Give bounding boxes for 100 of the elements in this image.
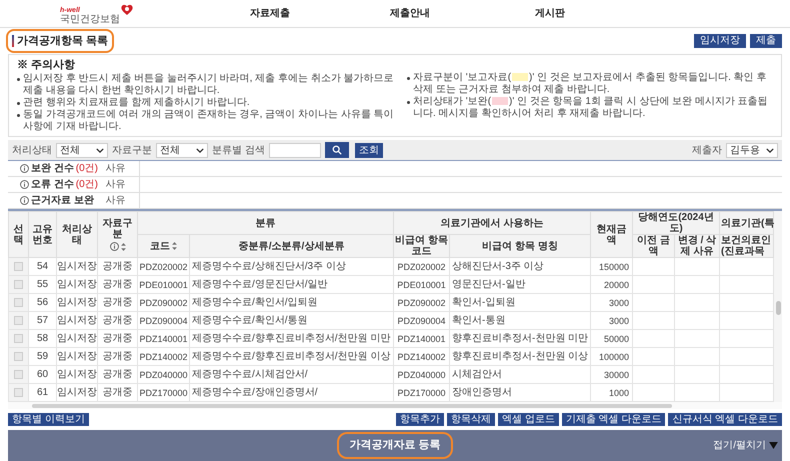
table-cell: 20000: [590, 276, 632, 294]
table-cell: 제증명수수료/영문진단서/일반: [190, 276, 394, 294]
info-icon: [20, 180, 29, 189]
filter-label: 제출자: [692, 144, 722, 158]
notice-text: 동일 가격공개코드에 여러 개의 금액이 존재하는 경우, 금액이 차이나는 사유를 특이사항에 기재 바랍니다.: [23, 109, 395, 133]
table-cell: 30000: [590, 366, 632, 384]
table-cell: 임시저장: [56, 330, 98, 348]
toolbar-button[interactable]: 항목삭제: [447, 413, 496, 426]
table-cell: 150000: [590, 258, 632, 276]
table-cell: PDE010001: [138, 276, 190, 294]
checkbox[interactable]: [14, 262, 23, 271]
table-cell: PDZ090002: [138, 294, 190, 312]
column-header: 변경 / 삭제 사유: [674, 234, 720, 258]
column-header: 현재금액: [590, 212, 632, 258]
filter-label: 자료구분: [112, 144, 152, 158]
select-field[interactable]: 전체: [56, 142, 108, 158]
history-button[interactable]: 항목별 이력보기: [8, 413, 89, 426]
search-field[interactable]: [268, 142, 321, 158]
table-cell: 임시저장: [56, 312, 98, 330]
table-cell: 58: [28, 330, 56, 348]
filter-label: 분류별 검색: [212, 144, 265, 158]
select-field[interactable]: 전체: [156, 142, 208, 158]
column-header: 비급여 항목 코드: [394, 234, 450, 258]
toolbar-button[interactable]: 신규서식 엑셀 다운로드: [668, 413, 782, 426]
table-cell: PDZ040000: [138, 366, 190, 384]
caret-icon: [766, 148, 774, 152]
table-cell: PDZ140002: [138, 348, 190, 366]
checkbox[interactable]: [14, 298, 23, 307]
query-button[interactable]: 조회: [354, 142, 383, 158]
vertical-scrollbar[interactable]: [774, 211, 782, 402]
nav-link[interactable]: 제출안내: [340, 6, 480, 21]
table-cell: 55: [28, 276, 56, 294]
table-cell: 임시저장: [56, 348, 98, 366]
register-title: 가격공개자료 등록: [339, 434, 451, 457]
table-cell: 59: [28, 348, 56, 366]
sort-icon[interactable]: [172, 242, 177, 250]
info-label: 근거자료 보완: [31, 194, 94, 208]
table-cell: 임시저장: [56, 366, 98, 384]
bullet-icon: [17, 114, 20, 117]
notice-text: 자료구분이 '보고자료( )' 인 것은 보고자료에서 추출된 항목들입니다. 확인 후 삭제 또는 근거자료 첨부하여 제출 바랍니다.: [413, 72, 768, 96]
info-label: 보완 건수: [31, 162, 74, 176]
table-cell: 54: [28, 258, 56, 276]
column-header: 고유번호: [28, 212, 56, 258]
nav-link[interactable]: 게시판: [480, 6, 620, 21]
table-cell: PDZ140001: [394, 330, 450, 348]
table-cell: 3000: [590, 294, 632, 312]
select-field[interactable]: 김두용: [726, 142, 778, 158]
info-label: 오류 건수: [31, 178, 74, 192]
column-header: 이전 금액: [632, 234, 674, 258]
table-cell: 50000: [590, 330, 632, 348]
table-cell: PDZ020002: [394, 258, 450, 276]
notice-title: ※ 주의사항: [17, 58, 76, 73]
column-header: 처리상태: [56, 212, 98, 258]
bullet-icon: [407, 100, 410, 104]
nav-link[interactable]: 자료제출: [200, 6, 340, 21]
info-icon: [20, 164, 29, 173]
table-cell: 공개중: [98, 348, 138, 366]
table-cell: 공개중: [98, 294, 138, 312]
checkbox[interactable]: [14, 370, 23, 379]
toolbar-button[interactable]: 기제출 엑셀 다운로드: [562, 413, 666, 426]
page-title: 가격공개항목 목록: [8, 30, 112, 52]
bullet-icon: [407, 76, 410, 80]
table-cell: 제증명수수료/향후진료비추정서/천만원 이상: [190, 348, 394, 366]
table-cell: 임시저장: [56, 276, 98, 294]
table-cell: 제증명수수료/시체검안서/: [190, 366, 394, 384]
checkbox[interactable]: [14, 316, 23, 325]
toolbar-button[interactable]: 항목추가: [396, 413, 444, 426]
action-button[interactable]: 제출: [750, 34, 782, 48]
column-header: 선택: [8, 212, 28, 258]
table-cell: 제증명수수료/상해진단서/3주 이상: [190, 258, 394, 276]
table-cell: 공개중: [98, 366, 138, 384]
checkbox[interactable]: [14, 334, 23, 343]
scrollbar-thumb[interactable]: [776, 301, 780, 315]
count-text: (0건): [76, 178, 98, 192]
table-cell: 공개중: [98, 258, 138, 276]
table-cell: PDZ140002: [394, 348, 450, 366]
column-header: 코드: [138, 234, 190, 258]
search-button[interactable]: [324, 142, 349, 158]
table-cell: PDZ090002: [394, 294, 450, 312]
caret-icon: [196, 148, 204, 152]
table-cell: PDZ020002: [138, 258, 190, 276]
table-cell: PDZ140001: [138, 330, 190, 348]
sort-icon[interactable]: [120, 242, 126, 250]
triangle-down-icon[interactable]: [769, 442, 778, 449]
table-cell: PDZ040000: [394, 366, 450, 384]
table-cell: 제증명수수료/확인서/입퇴원: [190, 294, 394, 312]
table-cell: 100000: [590, 348, 632, 366]
checkbox[interactable]: [14, 280, 23, 289]
checkbox[interactable]: [14, 352, 23, 361]
action-button[interactable]: 임시저장: [694, 34, 746, 48]
checkbox[interactable]: [14, 388, 23, 397]
heart-logo-icon: [121, 4, 133, 16]
table-cell: 임시저장: [56, 294, 98, 312]
horizontal-scrollbar[interactable]: [8, 402, 782, 409]
table-cell: 제증명수수료/향후진료비추정서/천만원 미만: [190, 330, 394, 348]
toolbar-button[interactable]: 엑셀 업로드: [498, 413, 559, 426]
table-cell: PDZ090004: [138, 312, 190, 330]
notice-text: 처리상태가 '보완( )' 인 것은 항목을 1회 클릭 시 상단에 보완 메시지가 표출됩니다. 메시지를 확인하시어 처리 후 재제출 바랍니다.: [413, 96, 769, 120]
toggle-link[interactable]: 접기/펼치기: [713, 438, 766, 453]
table-cell: 57: [28, 312, 56, 330]
